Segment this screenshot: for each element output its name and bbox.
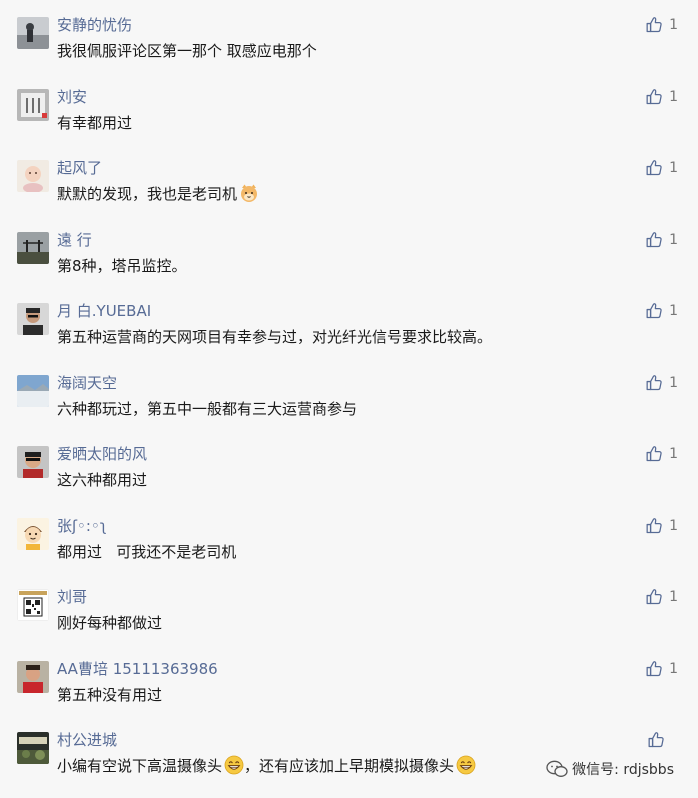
comment-item: 刘安 有幸都用过 1	[0, 72, 698, 144]
avatar-image-icon	[17, 17, 49, 49]
comment-item: AA曹培 15111363986 第五种没有用过 1	[0, 644, 698, 716]
like-count: 1	[669, 303, 678, 319]
like-button[interactable]: 1	[645, 159, 678, 177]
comment-content: 第五种没有用过	[57, 685, 163, 704]
thumbs-up-icon	[645, 660, 663, 678]
comment-nickname[interactable]: 遠 行	[57, 230, 92, 250]
avatar-image-icon	[17, 303, 49, 335]
avatar-image-icon	[17, 589, 49, 621]
comment-content: 六种都玩过，第五中一般都有三大运营商参与	[57, 399, 358, 418]
like-count: 1	[669, 660, 678, 677]
like-button[interactable]: 1	[645, 88, 678, 106]
avatar[interactable]	[17, 160, 49, 192]
wechat-watermark: 微信号: rdjsbbs	[544, 758, 676, 780]
comment-item: 安静的忧伤 我很佩服评论区第一那个 取感应电那个 1	[0, 0, 698, 72]
comment-item: 张ʃ◦:◦ʅ 都用过 可我还不是老司机 1	[0, 501, 698, 573]
like-button[interactable]: 1	[645, 16, 678, 34]
like-count: 1	[669, 446, 678, 462]
thumbs-up-icon	[645, 445, 663, 463]
thumbs-up-icon	[647, 731, 665, 749]
comment-content: 这六种都用过	[57, 471, 148, 489]
wechat-icon	[546, 760, 568, 777]
thumbs-up-icon	[645, 88, 663, 106]
avatar-image-icon	[17, 446, 49, 478]
comment-list: 安静的忧伤 我很佩服评论区第一那个 取感应电那个 1 刘安 有幸都用过 1 起风…	[0, 0, 698, 787]
like-button[interactable]: 1	[645, 374, 678, 392]
avatar-image-icon	[17, 88, 49, 121]
avatar[interactable]	[17, 303, 49, 335]
grin-emoji-icon	[224, 755, 244, 781]
comment-nickname[interactable]: 安静的忧伤	[57, 15, 132, 35]
comment-text: 默默的发现，我也是老司机	[57, 185, 238, 203]
like-count: 1	[669, 160, 678, 176]
avatar[interactable]	[17, 660, 49, 693]
like-count: 1	[669, 88, 678, 105]
like-button[interactable]: 1	[645, 445, 678, 463]
thumbs-up-icon	[645, 16, 663, 34]
comment-nickname[interactable]: 张ʃ◦:◦ʅ	[57, 516, 107, 536]
avatar-image-icon	[17, 231, 49, 264]
like-count: 1	[669, 589, 678, 605]
comment-content: 刚好每种都做过	[57, 614, 163, 632]
comment-nickname[interactable]: 海阔天空	[57, 373, 117, 393]
comment-nickname[interactable]: 村公进城	[57, 730, 117, 750]
like-button[interactable]: 1	[645, 231, 678, 249]
like-button[interactable]	[647, 731, 678, 749]
comment-nickname[interactable]: 刘哥	[57, 587, 87, 607]
watermark-text: 微信号: rdjsbbs	[572, 762, 674, 778]
thumbs-up-icon	[645, 374, 663, 392]
avatar[interactable]	[17, 88, 49, 121]
comment-content: 默默的发现，我也是老司机	[57, 183, 259, 209]
comment-item: 遠 行 第8种，塔吊监控。 1	[0, 215, 698, 287]
like-count: 1	[669, 231, 678, 248]
thumbs-up-icon	[645, 302, 663, 320]
avatar[interactable]	[17, 231, 49, 264]
comment-content: 有幸都用过	[57, 113, 133, 132]
comment-nickname[interactable]: AA曹培 15111363986	[57, 659, 218, 679]
avatar-image-icon	[17, 732, 49, 764]
thumbs-up-icon	[645, 517, 663, 535]
comment-item: 海阔天空 六种都玩过，第五中一般都有三大运营商参与 1	[0, 358, 698, 430]
comment-text: 小编有空说下高温摄像头	[57, 757, 223, 775]
comment-text: ，还有应该加上早期模拟摄像头	[244, 757, 455, 775]
comment-content: 小编有空说下高温摄像头 ，还有应该加上早期模拟摄像头	[57, 755, 476, 781]
comment-item: 起风了 默默的发现，我也是老司机 1	[0, 143, 698, 215]
avatar-image-icon	[17, 374, 49, 407]
avatar-image-icon	[17, 660, 49, 693]
comment-content: 第五种运营商的天网项目有幸参与过，对光纤光信号要求比较高。	[57, 328, 493, 346]
avatar-image-icon	[17, 160, 49, 192]
avatar[interactable]	[17, 732, 49, 764]
like-count: 1	[669, 17, 678, 33]
comment-nickname[interactable]: 月 白.YUEBAI	[57, 301, 151, 321]
avatar[interactable]	[17, 517, 49, 550]
thumbs-up-icon	[645, 159, 663, 177]
thumbs-up-icon	[645, 588, 663, 606]
avatar-image-icon	[17, 517, 49, 550]
comment-item: 月 白.YUEBAI 第五种运营商的天网项目有幸参与过，对光纤光信号要求比较高。…	[0, 286, 698, 358]
like-button[interactable]: 1	[645, 302, 678, 320]
avatar[interactable]	[17, 374, 49, 407]
like-button[interactable]: 1	[645, 588, 678, 606]
comment-nickname[interactable]: 起风了	[57, 158, 102, 178]
comment-content: 都用过 可我还不是老司机	[57, 542, 237, 561]
avatar[interactable]	[17, 446, 49, 478]
like-button[interactable]: 1	[645, 517, 678, 535]
comment-nickname[interactable]: 爱晒太阳的风	[57, 444, 147, 464]
comment-item: 刘哥 刚好每种都做过 1	[0, 572, 698, 644]
comment-nickname[interactable]: 刘安	[57, 87, 87, 107]
like-count: 1	[669, 374, 678, 391]
comment-content: 第8种，塔吊监控。	[57, 256, 187, 275]
grin-emoji-icon	[456, 755, 476, 781]
cat-emoji-icon	[239, 183, 259, 209]
thumbs-up-icon	[645, 231, 663, 249]
comment-content: 我很佩服评论区第一那个 取感应电那个	[57, 42, 317, 60]
like-count: 1	[669, 517, 678, 534]
avatar[interactable]	[17, 589, 49, 621]
like-button[interactable]: 1	[645, 660, 678, 678]
comment-item: 爱晒太阳的风 这六种都用过 1	[0, 429, 698, 501]
avatar[interactable]	[17, 17, 49, 49]
